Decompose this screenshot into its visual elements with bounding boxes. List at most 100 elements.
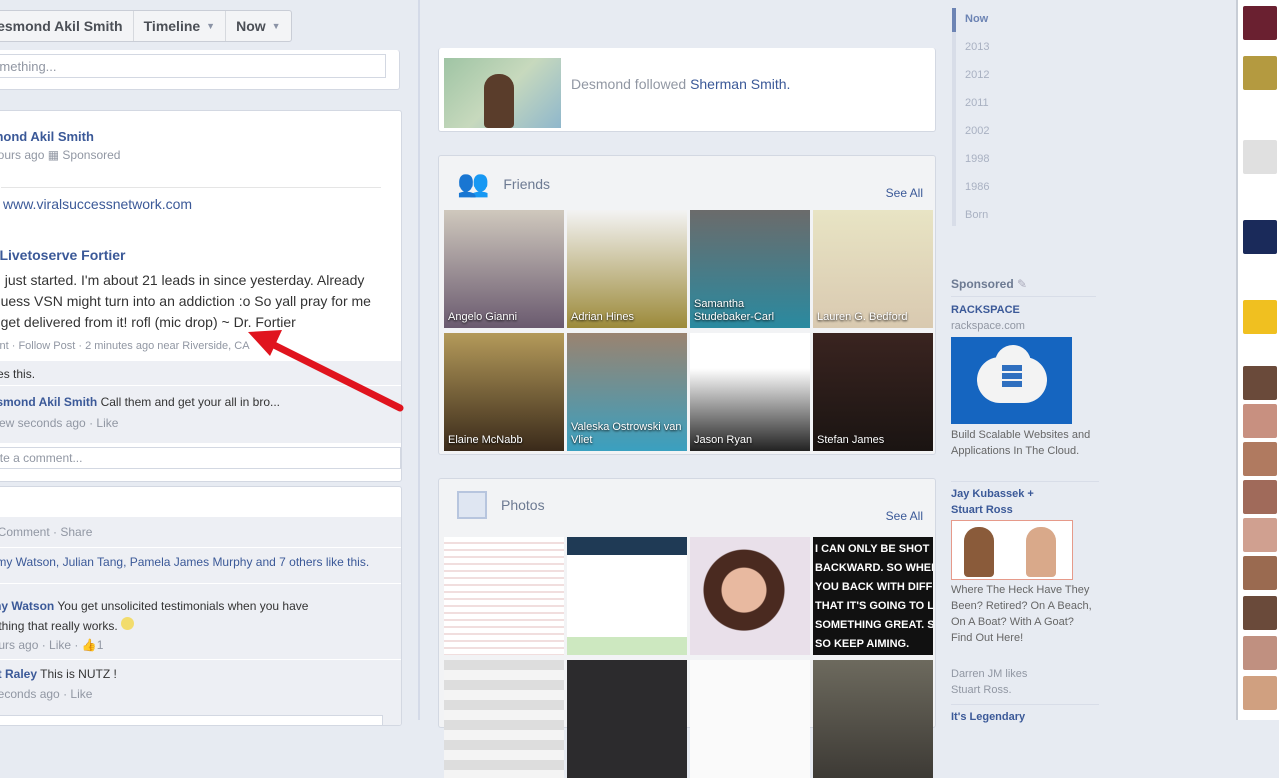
ad-body: Where The Heck Have They Been? Retired? …: [951, 584, 1092, 644]
timeline-year-2002[interactable]: 2002: [965, 125, 989, 137]
post-actions[interactable]: Like · Comment · Share: [0, 525, 92, 539]
activity-card: Desmond followed Sherman Smith.: [438, 48, 936, 132]
now-label: Now: [236, 18, 266, 34]
photo-thumbnail[interactable]: [690, 537, 810, 655]
comment-text: This is NUTZ !: [40, 667, 117, 681]
reply-meta[interactable]: A few seconds ago · Like: [0, 416, 118, 430]
quote-line: BACKWARD. SO WHEN LIFE: [815, 562, 933, 574]
comment-meta[interactable]: 2 hours ago · Like ·: [0, 638, 82, 652]
quote-photo-thumbnail[interactable]: I CAN ONLY BE SHOT BY BACKWARD. SO WHEN L…: [813, 537, 933, 655]
chat-friend-avatar[interactable]: [1243, 140, 1277, 174]
write-comment-input[interactable]: [0, 715, 383, 725]
activity-text: Desmond followed: [571, 76, 687, 92]
ad-title[interactable]: Jay Kubassek + Stuart Ross: [951, 486, 1061, 518]
timeline-year-1986[interactable]: 1986: [965, 181, 989, 193]
post-author[interactable]: Desmond Akil Smith: [0, 129, 94, 144]
photo-thumbnail[interactable]: [567, 660, 687, 778]
post-text-line: I just started. I'm about 21 leads in si…: [0, 272, 365, 288]
edit-icon[interactable]: ✎: [1017, 277, 1027, 291]
ad-domain[interactable]: rackspace.com: [951, 318, 1096, 334]
photos-icon: [457, 491, 487, 519]
friends-icon: 👥: [457, 168, 490, 198]
chat-friend-avatar[interactable]: [1243, 404, 1277, 438]
friend-name: Lauren G. Bedford: [817, 311, 908, 323]
timeline-dropdown[interactable]: Timeline ▼: [134, 11, 227, 41]
comment-text: something that really works.: [0, 619, 118, 633]
friend-name: Angelo Gianni: [448, 311, 518, 323]
photos-title[interactable]: Photos: [501, 497, 545, 513]
activity-photo[interactable]: [444, 58, 561, 128]
friends-title[interactable]: Friends: [503, 176, 550, 192]
friends-see-all-link[interactable]: See All: [886, 186, 923, 200]
friend-tile[interactable]: Lauren G. Bedford: [813, 210, 933, 328]
photo-thumbnail[interactable]: [444, 660, 564, 778]
ad-image[interactable]: [951, 520, 1073, 580]
activity-target-link[interactable]: Sherman Smith.: [690, 76, 790, 92]
profile-name-link[interactable]: Desmond Akil Smith: [0, 11, 134, 41]
ad-title[interactable]: It's Legendary: [951, 709, 1096, 725]
chat-friend-avatar[interactable]: [1243, 676, 1277, 710]
friend-tile[interactable]: Samantha Studebaker-Carl: [690, 210, 810, 328]
photos-see-all-link[interactable]: See All: [886, 509, 923, 523]
friend-tile[interactable]: Jason Ryan: [690, 333, 810, 451]
friend-tile[interactable]: Adrian Hines: [567, 210, 687, 328]
commenter-name[interactable]: Dr. ILivetoserve Fortier: [0, 247, 126, 263]
photo-thumbnail[interactable]: [444, 537, 564, 655]
friend-tile[interactable]: Valeska Ostrowski van Vliet: [567, 333, 687, 451]
ad-body: Build Scalable Websites and Applications…: [951, 429, 1091, 457]
chat-friend-avatar[interactable]: [1243, 518, 1277, 552]
quote-line: I CAN ONLY BE SHOT BY: [815, 543, 933, 555]
timeline-label: Timeline: [143, 18, 201, 34]
quote-line: THAT IT'S GOING TO LAUNCH: [815, 600, 933, 612]
comment-meta[interactable]: A few seconds ago · Like: [0, 687, 92, 701]
timeline-year-2012[interactable]: 2012: [965, 69, 989, 81]
friend-tile[interactable]: Elaine McNabb: [444, 333, 564, 451]
post-text-line: I guess VSN might turn into an addiction…: [0, 293, 371, 309]
chevron-down-icon: ▼: [271, 21, 281, 31]
comment-author[interactable]: Matt Raley: [0, 667, 37, 681]
photo-thumbnail[interactable]: [567, 537, 687, 655]
timeline-spine: [418, 0, 420, 720]
timeline-year-2011[interactable]: 2011: [965, 97, 989, 109]
chat-friend-avatar[interactable]: [1243, 556, 1277, 590]
chat-friend-avatar[interactable]: [1243, 442, 1277, 476]
chat-friend-avatar[interactable]: [1243, 56, 1277, 90]
timeline-year-2013[interactable]: 2013: [965, 41, 989, 53]
post-time[interactable]: 2 hours ago: [0, 148, 44, 162]
timeline-year-now[interactable]: Now: [965, 13, 988, 25]
chat-friend-avatar[interactable]: [1243, 366, 1277, 400]
comment-author[interactable]: Jeremy Watson: [0, 599, 54, 613]
rackspace-ad-image[interactable]: [951, 337, 1072, 424]
photo-thumbnail[interactable]: [690, 660, 810, 778]
ad-title[interactable]: RACKSPACE: [951, 302, 1096, 318]
ad-social-context: Darren JM likes Stuart Ross.: [951, 668, 1028, 696]
reply-author[interactable]: Desmond Akil Smith: [0, 395, 97, 409]
chat-friend-avatar[interactable]: [1243, 480, 1277, 514]
chat-friend-avatar[interactable]: [1243, 6, 1277, 40]
red-arrow-annotation: [248, 330, 404, 412]
sponsored-heading: Sponsored ✎: [951, 276, 1096, 297]
likes-summary[interactable]: Jeremy Watson, Julian Tang, Pamela James…: [0, 555, 369, 569]
likes-summary: Desmond likes this.: [0, 367, 36, 381]
post-actions[interactable]: Comment · Follow Post · 2 minutes ago ne…: [0, 340, 250, 352]
chat-friend-avatar[interactable]: [1243, 636, 1277, 670]
sponsored-post-card: Desmond Akil Smith 2 hours ago ▦ Sponsor…: [0, 110, 402, 482]
chat-friend-avatar[interactable]: [1243, 596, 1277, 630]
timeline-scrubber-indicator: [952, 8, 956, 32]
comment-text: You get unsolicited testimonials when yo…: [57, 599, 309, 613]
post-link[interactable]: www.viralsuccessnetwork.com: [3, 196, 192, 212]
friend-tile[interactable]: Stefan James: [813, 333, 933, 451]
friend-tile[interactable]: Angelo Gianni: [444, 210, 564, 328]
chat-friend-avatar[interactable]: [1243, 220, 1277, 254]
photos-section: Photos See All I CAN ONLY BE SHOT BY BACK…: [438, 478, 936, 778]
composer-input[interactable]: Write something...: [0, 54, 386, 78]
timeline-year-born[interactable]: Born: [965, 209, 988, 221]
chat-friend-avatar[interactable]: [1243, 300, 1277, 334]
timeline-scrubber-track: [952, 8, 956, 226]
photo-thumbnail[interactable]: [813, 660, 933, 778]
timeline-year-1998[interactable]: 1998: [965, 153, 989, 165]
friend-name: Elaine McNabb: [448, 434, 523, 446]
write-comment-input[interactable]: Write a comment...: [0, 447, 401, 469]
now-dropdown[interactable]: Now ▼: [226, 11, 290, 41]
comment-like-count: 1: [96, 638, 104, 652]
